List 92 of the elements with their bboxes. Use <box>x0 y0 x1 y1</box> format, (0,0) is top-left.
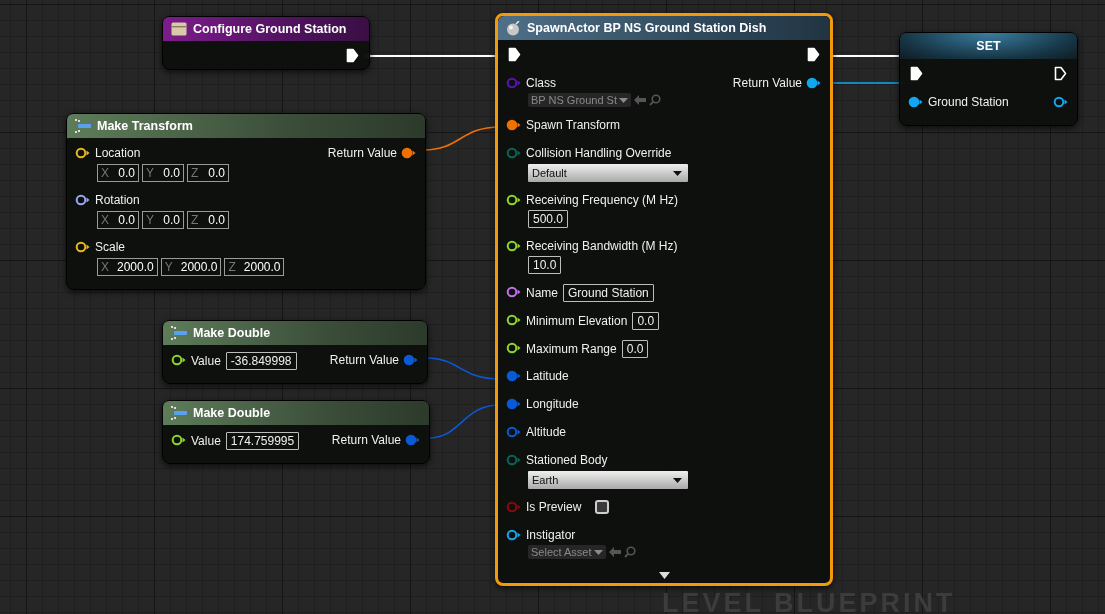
pin-label: Receiving Frequency (M Hz) <box>526 192 679 208</box>
function-entry-icon <box>171 22 187 36</box>
node-title: Make Double <box>193 406 271 420</box>
exec-pin-icon[interactable] <box>910 66 923 81</box>
pin-label: Ground Station <box>928 94 1009 110</box>
pin-icon[interactable] <box>506 286 522 298</box>
pin-label: Latitude <box>526 368 569 384</box>
blueprint-node[interactable]: SET Ground Station <box>899 32 1078 126</box>
vector-field[interactable]: X 0.0 <box>97 164 139 182</box>
pin-icon[interactable] <box>401 147 417 159</box>
vector-field[interactable]: Y 0.0 <box>142 164 184 182</box>
caret-icon <box>673 170 682 176</box>
node-title: SET <box>976 39 1001 53</box>
value-field[interactable]: Ground Station <box>563 284 654 302</box>
pin-icon[interactable] <box>806 77 822 89</box>
vector-field[interactable]: Y 0.0 <box>142 211 184 229</box>
vector-field[interactable]: Z 2000.0 <box>224 258 285 276</box>
pin-icon[interactable] <box>171 434 187 446</box>
node-title: SpawnActor BP NS Ground Station Dish <box>527 21 767 35</box>
pin-label: Receiving Bandwidth (M Hz) <box>526 238 678 254</box>
pin-label: Longitude <box>526 396 579 412</box>
pin-icon[interactable] <box>75 194 91 206</box>
blueprint-node[interactable]: Make Transform Location X 0.0 Y 0.0 Z 0.0 Rotation X 0.0 Y 0.0 Z 0.0 Scale X 2000.0 Y 2000.0 Z 2000.0 Return Value <box>66 113 426 290</box>
arrow-left-icon[interactable] <box>634 95 646 105</box>
arrow-left-icon[interactable] <box>608 547 621 557</box>
expand-arrow-icon[interactable] <box>658 572 670 579</box>
pin-label: Class <box>526 75 557 91</box>
pin-label: Collision Handling Override <box>526 145 673 161</box>
pin-icon[interactable] <box>506 342 522 354</box>
vector-field[interactable]: X 0.0 <box>97 211 139 229</box>
exec-pin-icon[interactable] <box>1054 66 1067 81</box>
pin-label: Value <box>191 433 221 449</box>
pin-label: Name <box>526 285 558 301</box>
caret-icon <box>673 477 682 483</box>
sphere-icon <box>506 20 521 36</box>
value-field[interactable]: 174.759995 <box>225 432 300 450</box>
search-icon[interactable] <box>649 94 661 106</box>
pin-icon[interactable] <box>908 96 924 108</box>
pin-label: Altitude <box>526 424 567 440</box>
pin-label: Is Preview <box>526 499 582 515</box>
node-title: Configure Ground Station <box>193 22 347 36</box>
pin-label: Maximum Range <box>526 341 617 357</box>
vector-field[interactable]: X 2000.0 <box>97 258 158 276</box>
asset-dropdown[interactable]: BP NS Ground St <box>528 93 631 107</box>
blueprint-node[interactable]: Make Double Value 174.759995 Return Value <box>162 400 430 464</box>
pin-label: Rotation <box>95 192 141 208</box>
caret-icon <box>593 549 603 555</box>
caret-icon <box>619 97 628 103</box>
pin-label: Value <box>191 353 221 369</box>
function-icon <box>75 119 91 133</box>
value-field[interactable]: 10.0 <box>528 256 562 274</box>
exec-pin-icon[interactable] <box>807 47 820 62</box>
blueprint-node[interactable]: Configure Ground Station <box>162 16 370 70</box>
pin-label: Instigator <box>526 527 577 543</box>
pin-label: Scale <box>95 239 127 255</box>
pin-icon[interactable] <box>75 241 91 253</box>
exec-pin-icon[interactable] <box>346 48 359 63</box>
pin-label: Spawn Transform <box>526 117 621 133</box>
pin-icon[interactable] <box>506 119 522 131</box>
pin-label: Minimum Elevation <box>526 313 628 329</box>
pin-icon[interactable] <box>506 314 522 326</box>
vector-field[interactable]: Z 0.0 <box>187 211 229 229</box>
value-field[interactable]: 0.0 <box>632 312 660 330</box>
pin-label: Location <box>95 145 142 161</box>
vector-field[interactable]: Z 0.0 <box>187 164 229 182</box>
function-icon <box>171 326 187 340</box>
function-icon <box>171 406 187 420</box>
pin-label: Stationed Body <box>526 452 609 468</box>
checkbox[interactable] <box>595 500 610 514</box>
pin-label: Return Value <box>732 75 802 91</box>
pin-icon[interactable] <box>171 354 187 366</box>
exec-pin-icon[interactable] <box>508 47 521 62</box>
blueprint-node[interactable]: Make Double Value -36.849998 Return Value <box>162 320 428 384</box>
value-field[interactable]: 500.0 <box>528 210 569 228</box>
pin-label: Return Value <box>327 145 397 161</box>
value-field[interactable]: 0.0 <box>621 340 649 358</box>
pin-icon[interactable] <box>506 194 522 206</box>
dropdown[interactable]: Earth <box>528 471 688 489</box>
vector-field[interactable]: Y 2000.0 <box>160 258 222 276</box>
pin-label: Return Value <box>331 432 401 448</box>
blueprint-node[interactable] <box>495 13 833 586</box>
asset-dropdown[interactable]: Select Asset <box>528 545 606 559</box>
node-title: Make Double <box>193 326 271 340</box>
value-field[interactable]: -36.849998 <box>225 352 297 370</box>
pin-icon[interactable] <box>1053 96 1069 108</box>
pin-icon[interactable] <box>75 147 91 159</box>
search-icon[interactable] <box>623 546 636 558</box>
pin-icon[interactable] <box>506 529 522 541</box>
node-title: Make Transform <box>97 119 193 133</box>
dropdown[interactable]: Default <box>528 164 688 182</box>
pin-icon[interactable] <box>506 240 522 252</box>
pin-label: Return Value <box>329 352 399 368</box>
